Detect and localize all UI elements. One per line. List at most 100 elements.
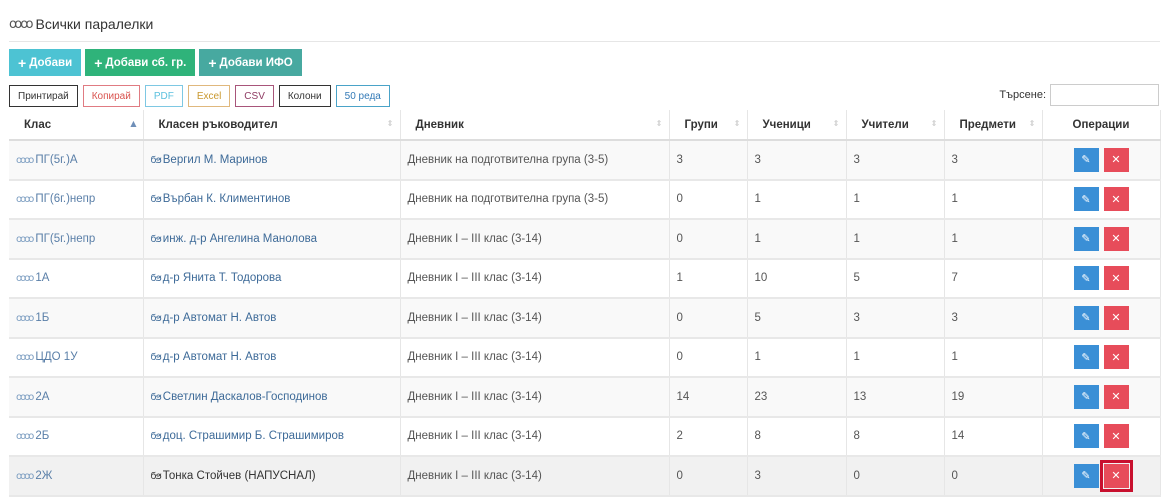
operations-cell: ✎ ✕ bbox=[1042, 298, 1161, 339]
delete-icon: ✕ bbox=[1111, 271, 1121, 285]
diary-cell: Дневник I – III клас (3-14) bbox=[400, 219, 670, 260]
page-length-button[interactable]: 50 реда bbox=[335, 85, 390, 107]
teacher-name: Вергил М. Маринов bbox=[162, 153, 268, 166]
teacher-link[interactable]: ϭϧ д-р Автомат Н. Автов bbox=[151, 312, 277, 324]
search-box: Търсене: bbox=[999, 84, 1159, 106]
class-group-icon: ꝏꝏ bbox=[16, 154, 34, 166]
edit-button[interactable]: ✎ bbox=[1073, 345, 1099, 370]
teacher-name: Върбан К. Климентинов bbox=[162, 193, 291, 206]
groups-cell: 1 bbox=[669, 258, 748, 299]
delete-button[interactable]: ✕ bbox=[1103, 345, 1129, 370]
column-header-groups[interactable]: Групи ⇕ bbox=[669, 110, 748, 141]
sort-asc-icon: ▲ bbox=[130, 119, 137, 128]
delete-button[interactable]: ✕ bbox=[1103, 226, 1129, 251]
class-link[interactable]: ꝏꝏ ПГ(6г.)непр bbox=[16, 193, 95, 205]
groups-cell: 0 bbox=[669, 298, 748, 339]
teacher-cell: ϭϧ д-р Янита Т. Тодорова bbox=[143, 258, 401, 299]
edit-button[interactable]: ✎ bbox=[1073, 187, 1099, 212]
column-header-label: Операции bbox=[1072, 118, 1130, 131]
add-group-button-label: Добави сб. гр. bbox=[105, 56, 187, 69]
students-cell: 3 bbox=[747, 456, 847, 497]
class-link[interactable]: ꝏꝏ ПГ(5г.)непр bbox=[16, 233, 95, 245]
operations-cell: ✎ ✕ bbox=[1042, 219, 1161, 260]
edit-button[interactable]: ✎ bbox=[1073, 147, 1099, 172]
delete-button[interactable]: ✕ bbox=[1099, 459, 1133, 492]
class-name: ПГ(6г.)непр bbox=[35, 193, 96, 206]
pdf-button[interactable]: PDF bbox=[144, 85, 183, 107]
classes-table: Клас ▲ Класен ръководител ⇕ Дневник ⇕ Групи… bbox=[9, 110, 1161, 497]
table-row: ꝏꝏ 2А ϭϧ Светлин Даскалов-Господинов Дневн… bbox=[9, 377, 1161, 418]
delete-button[interactable]: ✕ bbox=[1103, 424, 1129, 449]
delete-icon: ✕ bbox=[1111, 350, 1121, 364]
edit-button[interactable]: ✎ bbox=[1073, 463, 1099, 488]
teacher-link[interactable]: ϭϧ Светлин Даскалов-Господинов bbox=[151, 391, 328, 403]
class-link[interactable]: ꝏꝏ 1А bbox=[16, 272, 49, 284]
edit-icon: ✎ bbox=[1081, 153, 1091, 167]
delete-button[interactable]: ✕ bbox=[1103, 305, 1129, 330]
operations-cell: ✎ ✕ bbox=[1042, 179, 1161, 220]
operations-cell: ✎ ✕ bbox=[1042, 140, 1161, 181]
teacher-link[interactable]: ϭϧ д-р Янита Т. Тодорова bbox=[151, 272, 282, 284]
plus-icon: + bbox=[208, 54, 217, 71]
excel-button[interactable]: Excel bbox=[187, 85, 231, 107]
class-link[interactable]: ꝏꝏ ПГ(5г.)А bbox=[16, 154, 78, 166]
column-header-subjects[interactable]: Предмети ⇕ bbox=[944, 110, 1043, 141]
teacher-link[interactable]: ϭϧ инж. д-р Ангелина Манолова bbox=[151, 233, 318, 245]
operations-cell: ✎ ✕ bbox=[1042, 337, 1161, 378]
add-ifo-button[interactable]: + Добави ИФО bbox=[199, 49, 302, 76]
teacher-link[interactable]: ϭϧ Върбан К. Климентинов bbox=[151, 193, 291, 205]
column-header-students[interactable]: Ученици ⇕ bbox=[747, 110, 847, 141]
teacher-link[interactable]: ϭϧ Вергил М. Маринов bbox=[151, 154, 268, 166]
column-header-teachers[interactable]: Учители ⇕ bbox=[846, 110, 945, 141]
delete-button[interactable]: ✕ bbox=[1103, 187, 1129, 212]
teacher-link[interactable]: ϭϧ доц. Страшимир Б. Страшимиров bbox=[151, 430, 344, 442]
edit-icon: ✎ bbox=[1081, 429, 1091, 443]
edit-button[interactable]: ✎ bbox=[1073, 305, 1099, 330]
column-header-diary[interactable]: Дневник ⇕ bbox=[400, 110, 670, 141]
column-header-class[interactable]: Клас ▲ bbox=[9, 110, 144, 141]
add-button[interactable]: + Добави bbox=[9, 49, 82, 76]
delete-button[interactable]: ✕ bbox=[1103, 384, 1129, 409]
search-input[interactable] bbox=[1050, 84, 1159, 106]
table-row: ꝏꝏ ПГ(6г.)непр ϭϧ Върбан К. Климентинов Дн… bbox=[9, 179, 1161, 220]
class-link[interactable]: ꝏꝏ 2Б bbox=[16, 430, 49, 442]
csv-button[interactable]: CSV bbox=[235, 85, 274, 107]
teachers-cell: 1 bbox=[846, 219, 945, 260]
class-name: 2А bbox=[35, 390, 50, 403]
columns-button[interactable]: Колони bbox=[278, 85, 331, 107]
class-name: 1Б bbox=[35, 311, 50, 324]
teacher-text: ϭϧ Тонка Стойчев (НАПУСНАЛ) bbox=[151, 470, 316, 482]
class-link[interactable]: ꝏꝏ 2А bbox=[16, 391, 49, 403]
class-cell: ꝏꝏ 2А bbox=[9, 377, 144, 418]
students-cell: 8 bbox=[747, 416, 847, 457]
sort-icon: ⇕ bbox=[386, 119, 394, 128]
column-header-class-teacher[interactable]: Класен ръководител ⇕ bbox=[143, 110, 401, 141]
add-button-label: Добави bbox=[29, 56, 73, 69]
edit-button[interactable]: ✎ bbox=[1073, 424, 1099, 449]
delete-button[interactable]: ✕ bbox=[1103, 266, 1129, 291]
delete-button[interactable]: ✕ bbox=[1103, 147, 1129, 172]
edit-button[interactable]: ✎ bbox=[1073, 384, 1099, 409]
copy-button[interactable]: Копирай bbox=[82, 85, 140, 107]
class-name: 2Б bbox=[35, 430, 50, 443]
teacher-cell: ϭϧ Светлин Даскалов-Господинов bbox=[143, 377, 401, 418]
students-cell: 23 bbox=[747, 377, 847, 418]
groups-cell: 0 bbox=[669, 179, 748, 220]
print-button[interactable]: Принтирай bbox=[9, 85, 78, 107]
teacher-cell: ϭϧ д-р Автомат Н. Автов bbox=[143, 337, 401, 378]
column-header-operations: Операции bbox=[1042, 110, 1161, 141]
teacher-icon: ϭϧ bbox=[150, 154, 162, 166]
page-header: ꝏꝏ Всички паралелки bbox=[9, 14, 153, 34]
class-link[interactable]: ꝏꝏ 2Ж bbox=[16, 470, 52, 482]
subjects-cell: 3 bbox=[944, 298, 1043, 339]
class-link[interactable]: ꝏꝏ ЦДО 1У bbox=[16, 351, 78, 363]
edit-button[interactable]: ✎ bbox=[1073, 266, 1099, 291]
class-link[interactable]: ꝏꝏ 1Б bbox=[16, 312, 49, 324]
delete-icon: ✕ bbox=[1111, 311, 1121, 325]
add-group-button[interactable]: + Добави сб. гр. bbox=[85, 49, 196, 76]
column-header-label: Клас bbox=[24, 118, 52, 131]
edit-button[interactable]: ✎ bbox=[1073, 226, 1099, 251]
teacher-link[interactable]: ϭϧ д-р Автомат Н. Автов bbox=[151, 351, 277, 363]
teacher-name: инж. д-р Ангелина Манолова bbox=[162, 232, 318, 245]
students-cell: 1 bbox=[747, 337, 847, 378]
